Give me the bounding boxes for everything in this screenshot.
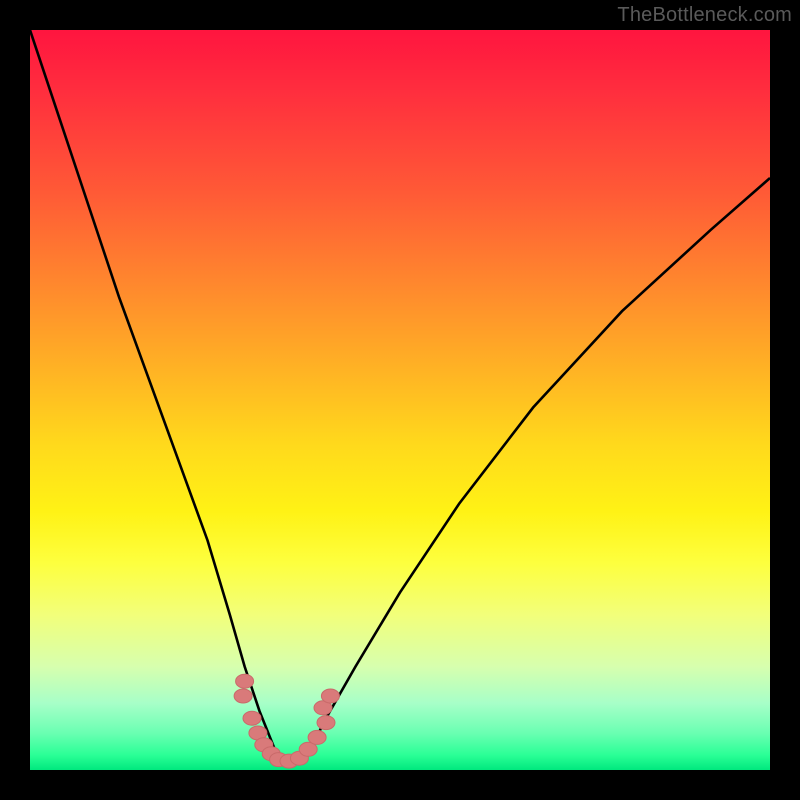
watermark-text: TheBottleneck.com bbox=[617, 4, 792, 27]
curve-marker bbox=[234, 689, 252, 703]
bottleneck-curve bbox=[30, 30, 770, 770]
curve-marker bbox=[308, 730, 326, 744]
curve-marker bbox=[321, 689, 339, 703]
plot-area bbox=[30, 30, 770, 770]
marker-group bbox=[234, 674, 339, 768]
chart-frame: TheBottleneck.com bbox=[0, 0, 800, 800]
curve-marker bbox=[243, 711, 261, 725]
curve-marker bbox=[236, 674, 254, 688]
curve-marker bbox=[317, 716, 335, 730]
curve-path bbox=[30, 30, 770, 763]
